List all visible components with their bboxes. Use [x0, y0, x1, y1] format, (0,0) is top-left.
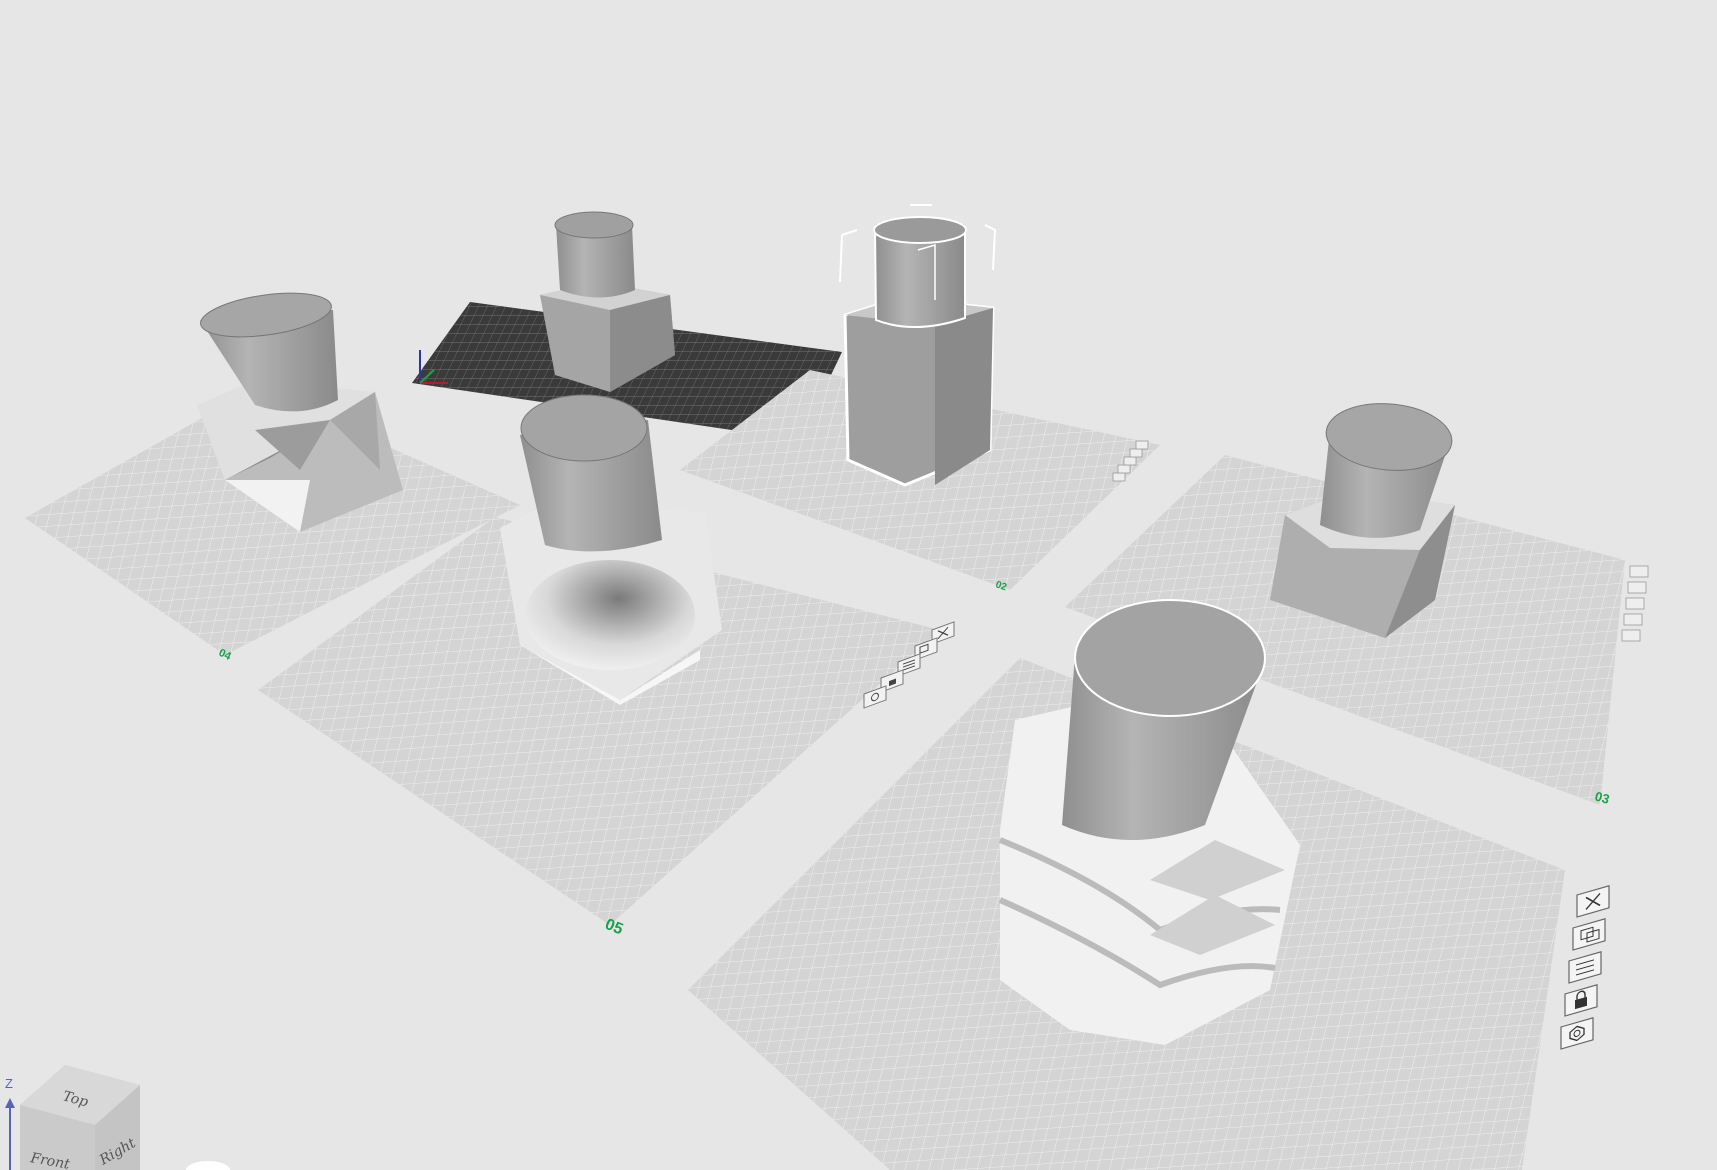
active-plate-toolbar	[1560, 885, 1610, 1050]
arrange-icon[interactable]	[1627, 581, 1647, 594]
layers-icon[interactable]	[1625, 597, 1645, 610]
settings-icon[interactable]	[1560, 1017, 1594, 1050]
arrow-up-icon	[5, 1098, 15, 1108]
navigation-cube[interactable]: Top Front Right Z	[5, 1065, 140, 1170]
arrange-icon[interactable]	[1117, 464, 1131, 474]
plate-03-toolbar	[1621, 565, 1649, 642]
arrange-icon[interactable]	[1572, 918, 1606, 951]
3d-viewport[interactable]: 04 02 05 03 Top Front Right Z	[0, 0, 1717, 1170]
lock-icon[interactable]	[1564, 984, 1598, 1017]
model-box-vase-right[interactable]	[1270, 399, 1455, 638]
lock-icon[interactable]	[1623, 613, 1643, 626]
model-twisted-vase[interactable]	[998, 599, 1300, 1045]
model-tall-box-selected[interactable]	[839, 204, 997, 487]
model-box-vase-back[interactable]	[540, 211, 675, 392]
plate-label-03: 03	[1593, 788, 1611, 806]
lock-icon[interactable]	[1129, 448, 1143, 458]
close-icon[interactable]	[1629, 565, 1649, 578]
plate-label-02: 02	[994, 579, 1008, 593]
settings-icon[interactable]	[1135, 440, 1149, 450]
settings-icon[interactable]	[1621, 629, 1641, 642]
layers-icon[interactable]	[1568, 951, 1602, 984]
layers-icon[interactable]	[1123, 456, 1137, 466]
axis-z-label: Z	[5, 1076, 13, 1091]
close-icon[interactable]	[1576, 885, 1610, 918]
close-icon[interactable]	[1112, 472, 1126, 482]
view-indicator	[186, 1161, 230, 1170]
